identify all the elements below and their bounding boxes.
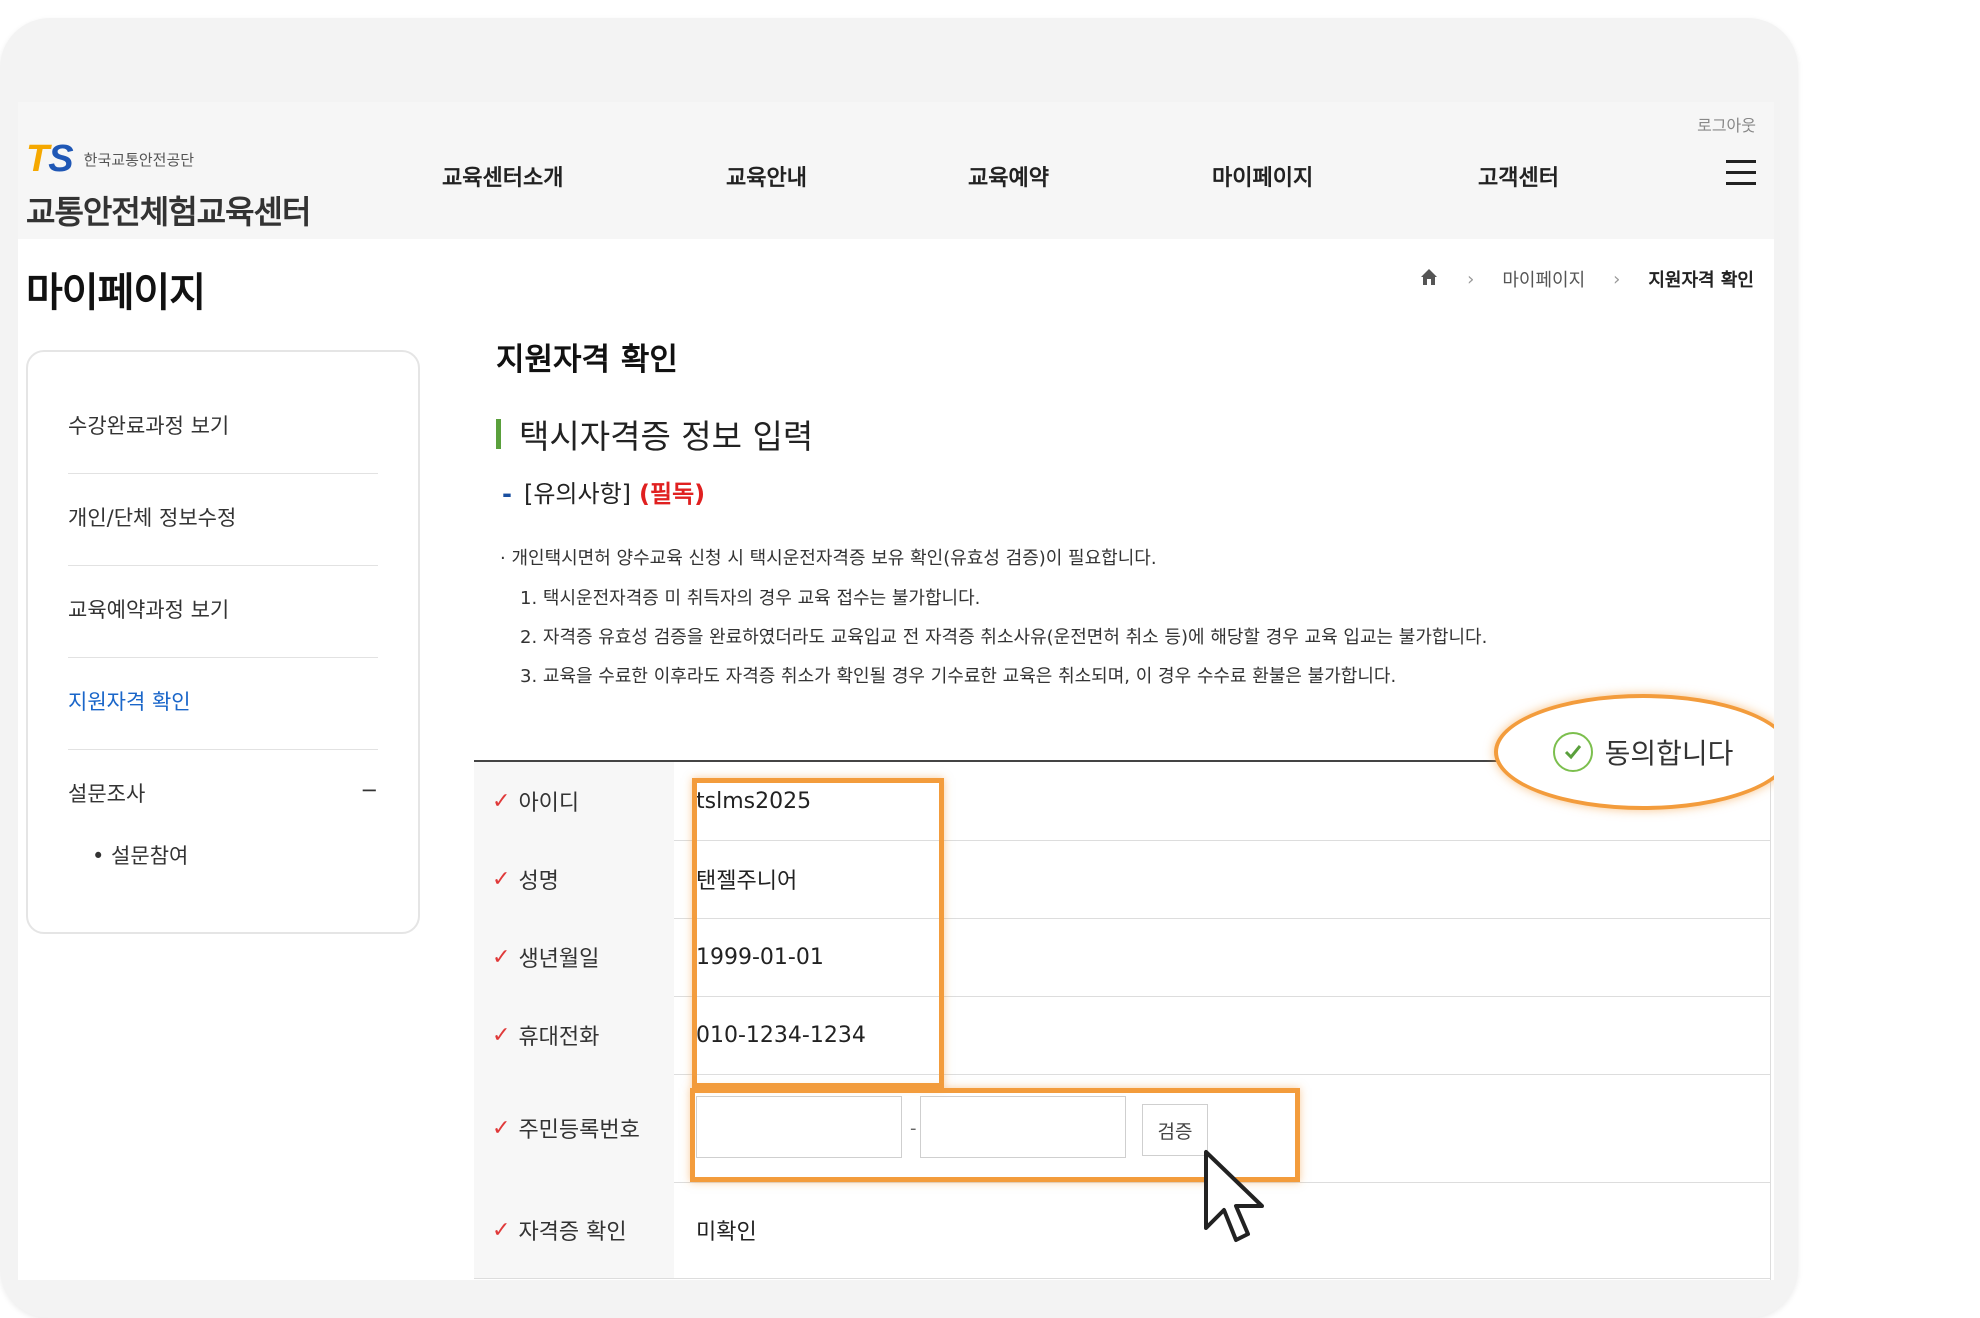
- required-check-icon: ✓: [492, 944, 511, 970]
- logo-org-name: 한국교통안전공단: [83, 151, 195, 169]
- required-check-icon: ✓: [492, 866, 511, 892]
- hamburger-menu-icon[interactable]: [1726, 160, 1756, 193]
- subsection-title-text: 택시자격증 정보 입력: [519, 417, 814, 456]
- notice-heading: - [유의사항] (필독): [502, 474, 705, 509]
- nav-mypage[interactable]: 마이페이지: [1212, 160, 1313, 192]
- form-label: ✓ 성명: [474, 840, 674, 918]
- form-label: ✓ 휴대전화: [474, 996, 674, 1074]
- site-logo[interactable]: TS 한국교통안전공단 교통안전체험교육센터: [26, 138, 311, 233]
- page-title: 마이페이지: [26, 270, 206, 316]
- site-header: TS 한국교통안전공단 교통안전체험교육센터 교육센터소개 교육안내 교육예약 …: [18, 102, 1774, 239]
- divider: [68, 749, 378, 750]
- nav-center-intro[interactable]: 교육센터소개: [442, 160, 563, 192]
- subsection-title: 택시자격증 정보 입력: [496, 410, 813, 458]
- ts-logo-mark: TS: [26, 138, 74, 180]
- divider: [68, 657, 378, 658]
- notice-line: · 개인택시면허 양수교육 신청 시 택시운전자격증 보유 확인(유효성 검증)…: [500, 548, 1157, 569]
- breadcrumb-mypage[interactable]: 마이페이지: [1502, 266, 1585, 292]
- sidebar-menu: 수강완료과정 보기 개인/단체 정보수정 교육예약과정 보기 지원자격 확인 설…: [26, 350, 420, 934]
- form-row-qualification-status: ✓ 자격증 확인 미확인: [474, 1182, 1770, 1279]
- sidebar-subitem-survey-participate[interactable]: • 설문참여: [92, 840, 402, 870]
- sidebar-item-booked-courses[interactable]: 교육예약과정 보기: [68, 594, 378, 624]
- notice-line: 1. 택시운전자격증 미 취득자의 경우 교육 접수는 불가합니다.: [520, 588, 981, 609]
- breadcrumb-separator: ›: [1467, 268, 1475, 290]
- required-check-icon: ✓: [492, 1217, 511, 1243]
- notice-line: 2. 자격증 유효성 검증을 완료하였더라도 교육입교 전 자격증 취소사유(운…: [520, 627, 1488, 648]
- nav-education-info[interactable]: 교육안내: [726, 160, 807, 192]
- form-label: ✓ 자격증 확인: [474, 1182, 674, 1278]
- agree-label: 동의합니다: [1604, 737, 1734, 770]
- mouse-pointer-icon: [1202, 1148, 1272, 1252]
- breadcrumb: › 마이페이지 › 지원자격 확인: [1419, 266, 1754, 292]
- sidebar-item-edit-info[interactable]: 개인/단체 정보수정: [68, 502, 378, 532]
- home-icon[interactable]: [1419, 267, 1439, 292]
- form-row-birthdate: ✓ 생년월일 1999-01-01: [474, 918, 1770, 997]
- nav-education-booking[interactable]: 교육예약: [968, 160, 1049, 192]
- notice-bullet: -: [502, 480, 512, 508]
- notice-line: 3. 교육을 수료한 이후라도 자격증 취소가 확인될 경우 기수료한 교육은 …: [520, 666, 1397, 687]
- notice-required-label: (필독): [639, 480, 706, 508]
- agree-button[interactable]: 동의합니다: [1494, 694, 1774, 810]
- collapse-icon[interactable]: −: [360, 778, 378, 802]
- nav-customer-center[interactable]: 고객센터: [1478, 160, 1559, 192]
- required-check-icon: ✓: [492, 788, 511, 814]
- form-label: ✓ 아이디: [474, 762, 674, 840]
- sidebar-item-survey[interactable]: 설문조사 −: [68, 778, 378, 808]
- sidebar-item-survey-label: 설문조사: [68, 782, 146, 806]
- form-label: ✓ 생년월일: [474, 918, 674, 996]
- logo-site-name: 교통안전체험교육센터: [26, 193, 311, 231]
- highlight-user-info: [692, 778, 944, 1088]
- breadcrumb-separator: ›: [1613, 268, 1621, 290]
- notice-heading-text: [유의사항]: [523, 480, 632, 508]
- breadcrumb-current: 지원자격 확인: [1648, 270, 1754, 291]
- divider: [68, 565, 378, 566]
- divider: [68, 473, 378, 474]
- required-check-icon: ✓: [492, 1115, 511, 1141]
- form-row-phone: ✓ 휴대전화 010-1234-1234: [474, 996, 1770, 1075]
- form-row-name: ✓ 성명 탠젤주니어: [474, 840, 1770, 919]
- browser-screen: TS 한국교통안전공단 교통안전체험교육센터 교육센터소개 교육안내 교육예약 …: [18, 102, 1774, 1280]
- sidebar-item-qualification-check[interactable]: 지원자격 확인: [68, 686, 378, 716]
- logout-link[interactable]: 로그아웃: [1697, 112, 1756, 136]
- form-label: ✓ 주민등록번호: [474, 1074, 674, 1182]
- table-right-border: [1770, 760, 1771, 1280]
- title-accent-bar: [496, 419, 501, 449]
- sidebar-item-completed-courses[interactable]: 수강완료과정 보기: [68, 410, 378, 440]
- check-circle-icon: [1552, 732, 1593, 772]
- section-title: 지원자격 확인: [496, 342, 678, 378]
- required-check-icon: ✓: [492, 1022, 511, 1048]
- qualification-status-value: 미확인: [696, 1220, 757, 1245]
